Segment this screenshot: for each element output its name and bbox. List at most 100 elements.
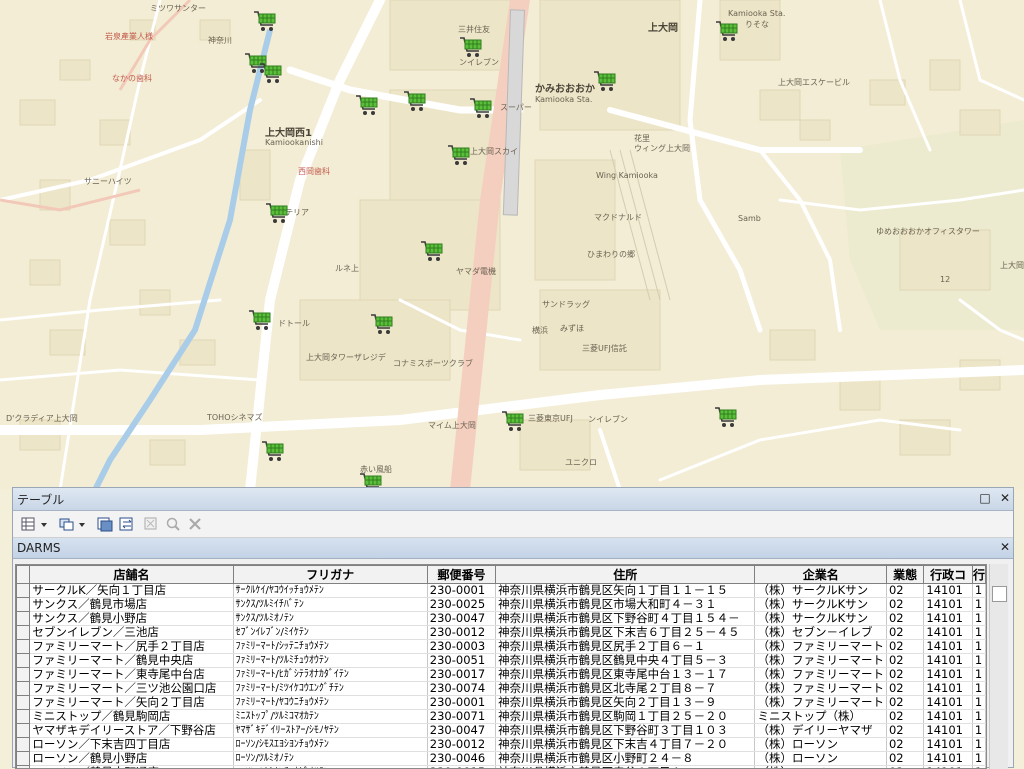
table-cell: 02 [886, 654, 923, 668]
shopping-cart-icon[interactable] [402, 88, 428, 114]
row-selector[interactable] [17, 766, 30, 769]
table-cell: ローソン／鶴見小野店 [30, 752, 233, 766]
table-tab[interactable]: DARMS ✕ [13, 538, 1013, 559]
table-cell: ｾﾌﾞﾝｲﾚﾌﾞﾝ/ﾐｲｹﾃﾝ [233, 626, 427, 640]
table-cell: 神奈川県横浜市鶴見区尻手２丁目６－１ [496, 640, 755, 654]
table-tab-label: DARMS [17, 541, 61, 555]
row-selector[interactable] [17, 668, 30, 682]
shopping-cart-icon[interactable] [713, 404, 739, 430]
map-label: 上大岡エスケービル [778, 77, 850, 88]
table-row[interactable]: ファミリーマート／矢向２丁目店ﾌｧﾐﾘｰﾏｰﾄ/ﾔｺｳﾆﾁｮｳﾒﾃﾝ230-00… [17, 696, 986, 710]
map-label: かみおおおか [535, 80, 595, 95]
table-cell: 230-0025 [427, 598, 495, 612]
select-by-attributes-icon[interactable] [97, 516, 113, 532]
map-label: ゆめおおおかオフィスタワー [876, 226, 980, 237]
table-cell: 14101 [924, 682, 973, 696]
shopping-cart-icon[interactable] [252, 8, 278, 34]
table-cell: 神奈川県横浜市鶴見区下末吉６丁目２５－４５ [496, 626, 755, 640]
table-row[interactable]: サンクス／鶴見市場店ｻﾝｸｽ/ﾂﾙﾐｲﾁﾊﾞﾃﾝ230-0025神奈川県横浜市鶴… [17, 598, 986, 612]
table-cell: 230-0047 [427, 612, 495, 626]
table-window[interactable]: テーブル □ ✕ DARMS ✕ 店舗名 フリガナ 郵便番号 [12, 487, 1014, 768]
zoom-to-selected-icon[interactable] [165, 516, 181, 532]
row-selector[interactable] [17, 752, 30, 766]
shopping-cart-icon[interactable] [500, 408, 526, 434]
table-cell: 02 [886, 682, 923, 696]
column-header-admin-code[interactable]: 行政コ [924, 566, 973, 584]
shopping-cart-icon[interactable] [446, 142, 472, 168]
table-cell: 神奈川県横浜市鶴見区市場大和町４－３１ [496, 598, 755, 612]
shopping-cart-icon[interactable] [458, 34, 484, 60]
table-cell: 02 [886, 668, 923, 682]
table-cell: 230-0074 [427, 682, 495, 696]
table-row[interactable]: セブンイレブン／三池店ｾﾌﾞﾝｲﾚﾌﾞﾝ/ﾐｲｹﾃﾝ230-0012神奈川県横浜… [17, 626, 986, 640]
table-options-icon[interactable] [21, 516, 37, 532]
map-label: 神奈川 [208, 35, 232, 46]
table-row[interactable]: ローソン／下末吉四丁目店ﾛｰｿﾝ/ｼﾓｽｴﾖｼﾖﾝﾁｮｳﾒﾃﾝ230-0012神… [17, 738, 986, 752]
table-row[interactable]: ミニストップ／鶴見駒岡店ﾐﾆｽﾄｯﾌﾟ/ﾂﾙﾐｺﾏｵｶﾃﾝ230-0071神奈川… [17, 710, 986, 724]
row-selector[interactable] [17, 696, 30, 710]
window-title: テーブル [17, 491, 64, 508]
shopping-cart-icon[interactable] [260, 438, 286, 464]
row-selector[interactable] [17, 598, 30, 612]
switch-selection-icon[interactable] [119, 516, 135, 532]
column-header-address[interactable]: 住所 [496, 566, 755, 584]
table-row[interactable]: サークルK／矢向１丁目店ｻｰｸﾙｹｲ/ﾔｺｳｲｯﾁｮｳﾒﾃﾝ230-0001神奈… [17, 584, 986, 598]
column-header-extra[interactable]: 行 [972, 566, 985, 584]
row-selector[interactable] [17, 640, 30, 654]
row-selector[interactable] [17, 584, 30, 598]
table-cell: （株）ローソン [755, 738, 887, 752]
table-cell: 02 [886, 696, 923, 710]
shopping-cart-icon[interactable] [264, 200, 290, 226]
row-selector[interactable] [17, 654, 30, 668]
shopping-cart-icon[interactable] [714, 18, 740, 44]
shopping-cart-icon[interactable] [468, 95, 494, 121]
table-cell: 1 [972, 752, 985, 766]
table-row[interactable]: ファミリーマート／鶴見中央店ﾌｧﾐﾘｰﾏｰﾄ/ﾂﾙﾐﾁｭｳｵｳﾃﾝ230-005… [17, 654, 986, 668]
shopping-cart-icon[interactable] [369, 311, 395, 337]
table-row[interactable]: ヤマザキデイリーストア／下野谷店ﾔﾏｻﾞｷﾃﾞｲﾘｰｽﾄｱｰ/ｼﾓﾉﾔﾃﾝ230… [17, 724, 986, 738]
table-cell: 1 [972, 640, 985, 654]
table-row[interactable]: サンクス／鶴見小野店ｻﾝｸｽ/ﾂﾙﾐｵﾉﾃﾝ230-0047神奈川県横浜市鶴見区… [17, 612, 986, 626]
table-row[interactable]: ファミリーマート／尻手２丁目店ﾌｧﾐﾘｰﾏｰﾄ/ｼｯﾃﾆﾁｮｳﾒﾃﾝ230-00… [17, 640, 986, 654]
shopping-cart-icon[interactable] [419, 238, 445, 264]
map-label: ひまわりの郷 [587, 249, 635, 260]
table-options-dropdown-icon[interactable] [41, 523, 47, 527]
table-row[interactable]: ファミリーマート／東寺尾中台店ﾌｧﾐﾘｰﾏｰﾄ/ﾋｶﾞｼﾃﾗｵﾅｶﾀﾞｲﾃﾝ23… [17, 668, 986, 682]
row-selector[interactable] [17, 626, 30, 640]
shopping-cart-icon[interactable] [354, 92, 380, 118]
column-header-business-type[interactable]: 業態 [886, 566, 923, 584]
close-tab-button[interactable]: ✕ [997, 539, 1013, 555]
table-window-titlebar[interactable]: テーブル □ ✕ [13, 488, 1013, 511]
related-tables-icon[interactable] [59, 516, 75, 532]
delete-selected-icon[interactable] [187, 516, 203, 532]
row-selector-header[interactable] [17, 566, 30, 584]
shopping-cart-icon[interactable] [592, 68, 618, 94]
column-header-store-name[interactable]: 店舗名 [30, 566, 233, 584]
map-label: ヤマダ電機 [456, 266, 496, 277]
table-cell: 1 [972, 654, 985, 668]
attribute-table[interactable]: 店舗名 フリガナ 郵便番号 住所 企業名 業態 行政コ 行 サークルK／矢向１丁… [15, 564, 987, 769]
row-selector[interactable] [17, 682, 30, 696]
shopping-cart-icon[interactable] [258, 60, 284, 86]
row-selector[interactable] [17, 612, 30, 626]
table-cell: （株）サークルKサン [755, 584, 887, 598]
table-row[interactable]: ローソン／鶴見本町通店ﾛｰｿﾝ/ﾂﾙﾐﾎﾝﾁｮｳﾄﾞｵﾘﾃﾝ230-0015神奈… [17, 766, 986, 769]
shopping-cart-icon[interactable] [247, 307, 273, 333]
table-cell: 神奈川県横浜市鶴見区下末吉４丁目７－２０ [496, 738, 755, 752]
row-selector[interactable] [17, 710, 30, 724]
clear-selection-icon[interactable] [143, 516, 159, 532]
related-tables-dropdown-icon[interactable] [79, 523, 85, 527]
column-header-postal-code[interactable]: 郵便番号 [427, 566, 495, 584]
column-header-furigana[interactable]: フリガナ [233, 566, 427, 584]
row-selector[interactable] [17, 738, 30, 752]
row-selector[interactable] [17, 724, 30, 738]
close-window-button[interactable]: ✕ [997, 490, 1013, 506]
table-row[interactable]: ローソン／鶴見小野店ﾛｰｿﾝ/ﾂﾙﾐｵﾉﾃﾝ230-0046神奈川県横浜市鶴見区… [17, 752, 986, 766]
table-row[interactable]: ファミリーマート／三ツ池公園口店ﾌｧﾐﾘｰﾏｰﾄ/ﾐﾂｲｹｺｳｴﾝｸﾞﾁﾃﾝ23… [17, 682, 986, 696]
scrollbar-thumb[interactable] [992, 586, 1007, 602]
table-vertical-scrollbar[interactable] [989, 564, 1008, 769]
table-cell: ｻﾝｸｽ/ﾂﾙﾐｵﾉﾃﾝ [233, 612, 427, 626]
maximize-button[interactable]: □ [977, 490, 993, 506]
table-cell: 02 [886, 738, 923, 752]
column-header-company[interactable]: 企業名 [755, 566, 887, 584]
